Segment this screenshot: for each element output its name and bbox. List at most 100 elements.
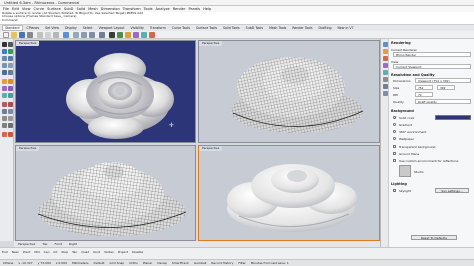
help-icon[interactable]	[382, 91, 388, 96]
menu-analyze[interactable]: Analyze	[156, 7, 170, 11]
osnap-point[interactable]: Point	[23, 250, 30, 254]
command-history[interactable]: Rotate a surface to render (All Shaded, …	[0, 11, 474, 25]
quality-select[interactable]: Draft quality	[415, 99, 471, 104]
menu-panels[interactable]: Panels	[188, 7, 200, 11]
ellipse-icon[interactable]	[1, 70, 7, 75]
open-icon[interactable]	[11, 32, 17, 38]
render-icon[interactable]	[149, 32, 155, 38]
layer-indicator[interactable]: Default	[94, 261, 105, 265]
tab-cplanes[interactable]: CPlanes	[25, 26, 42, 30]
osnap-knot[interactable]: Knot	[93, 250, 100, 254]
solid-icon[interactable]	[133, 32, 139, 38]
polyline-icon[interactable]	[1, 49, 7, 54]
tab-curve-tools[interactable]: Curve Tools	[170, 26, 192, 30]
viewport-label[interactable]: Perspective	[199, 41, 223, 46]
arc-icon[interactable]	[7, 56, 13, 61]
menu-help[interactable]: Help	[203, 7, 211, 11]
tab-mesh-tools[interactable]: Mesh Tools	[267, 26, 288, 30]
box-icon[interactable]	[1, 86, 7, 91]
zoom-icon[interactable]	[89, 32, 95, 38]
menu-tools[interactable]: Tools	[144, 7, 153, 11]
join-icon[interactable]	[1, 109, 7, 114]
wallpaper-radio[interactable]	[393, 137, 397, 141]
loft-icon[interactable]	[7, 79, 13, 84]
viewport-bottom-left[interactable]: Perspective	[15, 145, 196, 241]
toggle-smarttrack[interactable]: SmartTrack	[172, 261, 189, 265]
point-icon[interactable]	[7, 42, 13, 47]
tab-drafting[interactable]: Drafting	[317, 26, 334, 30]
text-icon[interactable]	[7, 70, 13, 75]
copy-icon[interactable]	[7, 116, 13, 121]
point-icon[interactable]	[109, 32, 115, 38]
mesh-icon[interactable]	[1, 93, 7, 98]
osnap-int[interactable]: Int	[54, 250, 58, 254]
rendering-icon[interactable]	[382, 56, 388, 61]
renderer-select[interactable]: Rhino Render	[393, 52, 471, 57]
lights-icon[interactable]	[382, 84, 388, 89]
environment-radio[interactable]	[393, 130, 397, 134]
viewport-tab-top[interactable]: Top	[40, 242, 49, 246]
ground-plane-checkbox[interactable]	[393, 152, 397, 156]
tab-visibility[interactable]: Visibility	[129, 26, 146, 30]
solid-color-radio[interactable]	[393, 115, 398, 121]
viewport-label[interactable]: Perspective	[199, 146, 223, 151]
osnap-perp[interactable]: Perp	[61, 250, 68, 254]
circle-icon[interactable]	[1, 56, 7, 61]
save-icon[interactable]	[19, 32, 25, 38]
curve-icon[interactable]	[117, 32, 123, 38]
tab-set-view[interactable]: Set View	[43, 26, 61, 30]
mesh-icon[interactable]	[141, 32, 147, 38]
toggle-filter[interactable]: Filter	[238, 261, 245, 265]
viewport-bottom-right[interactable]: Perspective	[198, 145, 380, 241]
viewport-label[interactable]: Perspective	[16, 41, 40, 46]
tab-subd-tools[interactable]: SubD Tools	[244, 26, 265, 30]
tab-new-in-v7[interactable]: New in V7	[336, 26, 356, 30]
viewport-label[interactable]: Perspective	[16, 146, 40, 151]
toggle-record-history[interactable]: Record History	[211, 261, 233, 265]
trim-icon[interactable]	[1, 102, 7, 107]
select-icon[interactable]	[99, 32, 105, 38]
background-color-swatch[interactable]	[435, 115, 471, 120]
surface-icon[interactable]	[125, 32, 131, 38]
toggle-gumball[interactable]: Gumball	[194, 261, 207, 265]
osnap-disable[interactable]: Disable	[132, 250, 143, 254]
viewport-top-left[interactable]: Perspective ✛	[15, 40, 196, 143]
osnap-vertex[interactable]: Vertex	[104, 250, 114, 254]
select-icon[interactable]	[1, 42, 7, 47]
dimensions-select[interactable]: Viewport (752 x 392)	[415, 78, 471, 83]
textures-icon[interactable]	[382, 77, 388, 82]
material-icon[interactable]	[7, 132, 13, 137]
cut-icon[interactable]	[37, 32, 43, 38]
split-icon[interactable]	[7, 102, 13, 107]
explode-icon[interactable]	[7, 109, 13, 114]
view-select[interactable]: Current Viewport	[393, 64, 471, 69]
command-prompt[interactable]: Command:	[2, 18, 474, 22]
transparent-checkbox[interactable]	[393, 145, 397, 149]
tab-viewport-layout[interactable]: Viewport Layout	[97, 26, 127, 30]
tab-solid-tools[interactable]: Solid Tools	[221, 26, 242, 30]
osnap-cen[interactable]: Cen	[44, 250, 50, 254]
tab-select[interactable]: Select	[81, 26, 95, 30]
scale-icon[interactable]	[7, 123, 13, 128]
custom-environment-checkbox[interactable]	[393, 159, 397, 163]
toggle-planar[interactable]: Planar	[143, 261, 152, 265]
rectangle-icon[interactable]	[1, 63, 7, 68]
curve-icon[interactable]	[7, 49, 13, 54]
tab-render-tools[interactable]: Render Tools	[290, 26, 314, 30]
sun-settings-button[interactable]: Sun settings...	[435, 188, 469, 193]
new-icon[interactable]	[3, 32, 9, 38]
copy-icon[interactable]	[45, 32, 51, 38]
move-icon[interactable]	[1, 116, 7, 121]
size-height-input[interactable]: 392	[437, 85, 455, 90]
toggle-ortho[interactable]: Ortho	[129, 261, 138, 265]
paste-icon[interactable]	[53, 32, 59, 38]
osnap-near[interactable]: Near	[12, 250, 19, 254]
undo-icon[interactable]	[63, 32, 69, 38]
tab-display[interactable]: Display	[63, 26, 79, 30]
viewport-tab-right[interactable]: Right	[67, 242, 79, 246]
sphere-icon[interactable]	[7, 86, 13, 91]
osnap-tan[interactable]: Tan	[72, 250, 77, 254]
viewport-tab-front[interactable]: Front	[52, 242, 64, 246]
environments-icon[interactable]	[382, 70, 388, 75]
tab-surface-tools[interactable]: Surface Tools	[194, 26, 219, 30]
